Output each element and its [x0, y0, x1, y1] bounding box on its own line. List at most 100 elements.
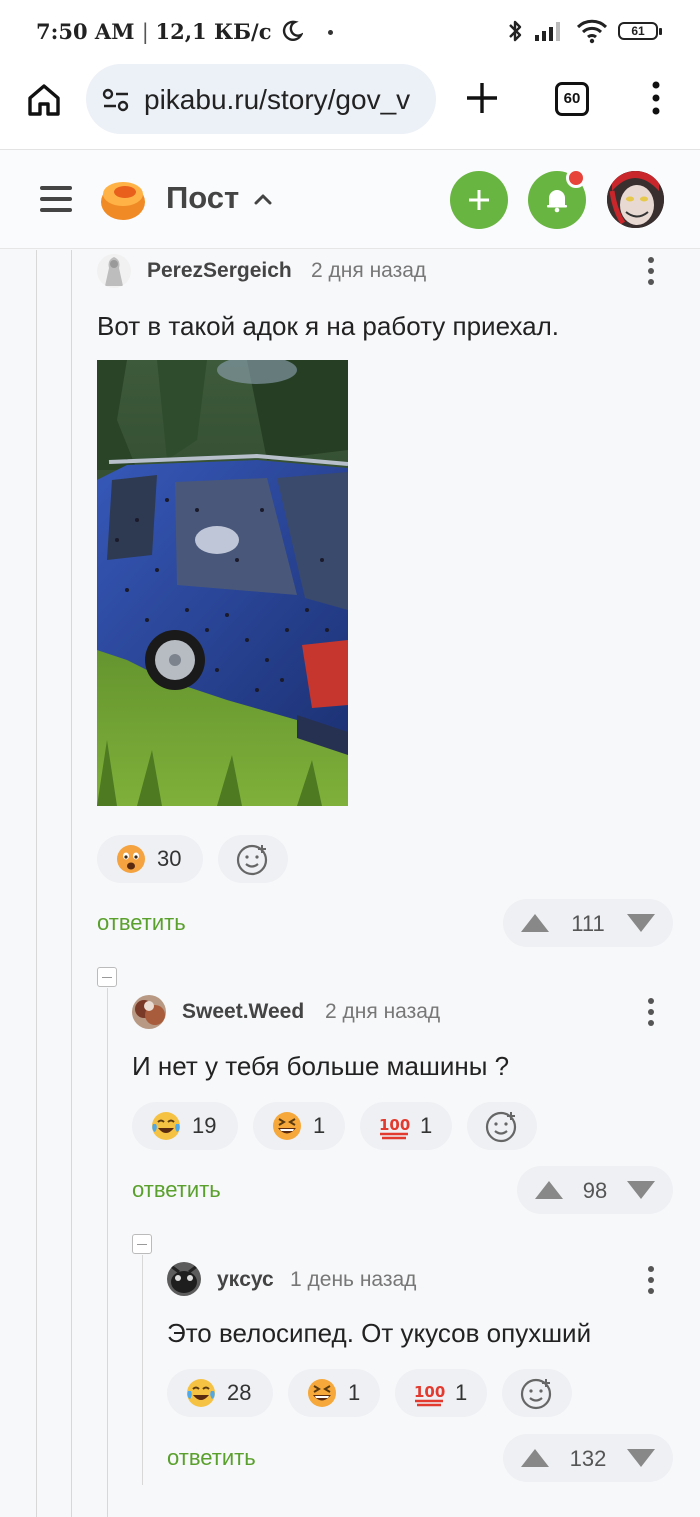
status-bar: 7:50 AM | 12,1 КБ/с 61	[0, 0, 700, 62]
reaction-chip[interactable]: 19	[132, 1102, 238, 1150]
rating-count: 132	[569, 1446, 607, 1471]
tab-switcher-button[interactable]: 60	[555, 82, 589, 116]
grinning-squinting-icon	[308, 1379, 336, 1407]
battery-level: 61	[631, 24, 645, 38]
status-left: 7:50 AM | 12,1 КБ/с	[36, 19, 334, 44]
user-avatar[interactable]	[607, 171, 664, 228]
moon-icon	[282, 20, 304, 41]
downvote-icon[interactable]	[625, 911, 657, 935]
comment-author[interactable]: Sweet.Weed	[182, 1000, 304, 1024]
avatar-image	[607, 171, 664, 228]
notification-badge	[566, 168, 586, 188]
reply-link[interactable]: ответить	[97, 910, 186, 936]
tears-of-joy-icon	[187, 1379, 215, 1407]
reaction-count: 1	[313, 1113, 326, 1138]
reaction-count: 1	[420, 1113, 433, 1138]
new-tab-icon[interactable]	[464, 80, 500, 116]
status-net-speed: 12,1 КБ/с	[155, 19, 272, 44]
reaction-count: 28	[227, 1380, 252, 1405]
reaction-chip[interactable]: 1	[288, 1369, 380, 1417]
comment-text: И нет у тебя больше машины ?	[132, 1051, 510, 1081]
vote-control: 98	[517, 1166, 673, 1214]
hundred-points-icon: 100	[379, 1116, 410, 1140]
comment-text: Это велосипед. От укусов опухший	[167, 1318, 592, 1348]
collapse-thread-button[interactable]	[132, 1234, 152, 1254]
avatar-image	[167, 1262, 201, 1296]
avatar-image	[97, 254, 131, 288]
thread-line	[71, 250, 72, 1517]
comment-image[interactable]	[97, 360, 348, 806]
upvote-icon[interactable]	[519, 1446, 551, 1470]
comment-avatar[interactable]	[97, 254, 131, 288]
upvote-icon[interactable]	[533, 1178, 565, 1202]
create-post-button[interactable]	[450, 171, 508, 229]
downvote-icon[interactable]	[625, 1446, 657, 1470]
add-reaction-button[interactable]	[502, 1369, 572, 1417]
add-emoji-icon	[236, 844, 268, 876]
reaction-chip[interactable]: 1	[253, 1102, 345, 1150]
tears-of-joy-icon	[152, 1112, 180, 1140]
home-icon[interactable]	[24, 80, 64, 120]
vote-control: 111	[503, 899, 673, 947]
reaction-count: 1	[348, 1380, 361, 1405]
add-emoji-icon	[520, 1378, 552, 1410]
thread-line	[107, 988, 108, 1517]
reaction-chip[interactable]: 30	[97, 835, 203, 883]
wifi-icon	[576, 19, 608, 44]
url-text: pikabu.ru/story/gov_v	[144, 84, 411, 115]
chevron-up-icon[interactable]	[252, 188, 274, 210]
battery-icon: 61	[618, 22, 662, 40]
address-bar[interactable]: pikabu.ru/story/gov_v	[86, 64, 436, 134]
reaction-chip[interactable]: 100 1	[395, 1369, 487, 1417]
collapse-thread-button[interactable]	[97, 967, 117, 987]
notification-dot	[328, 30, 334, 35]
more-options-icon[interactable]	[646, 256, 656, 286]
vote-control: 132	[503, 1434, 673, 1482]
reaction-count: 19	[192, 1113, 217, 1138]
shocked-face-icon	[117, 845, 145, 873]
browser-menu-icon[interactable]	[648, 80, 664, 116]
comment-avatar[interactable]	[167, 1262, 201, 1296]
grinning-squinting-icon	[273, 1112, 301, 1140]
site-settings-icon[interactable]	[102, 88, 130, 112]
rating-count: 111	[571, 911, 605, 936]
hamburger-menu-icon[interactable]	[38, 183, 74, 215]
rating-count: 98	[582, 1178, 608, 1203]
plus-icon	[469, 190, 489, 210]
comment-time[interactable]: 2 дня назад	[311, 259, 426, 283]
pikabu-logo-icon[interactable]	[98, 174, 148, 224]
more-options-icon[interactable]	[646, 1265, 656, 1295]
svg-text:100: 100	[414, 1383, 445, 1401]
svg-text:100: 100	[379, 1116, 410, 1134]
add-reaction-button[interactable]	[218, 835, 288, 883]
browser-toolbar: pikabu.ru/story/gov_v 60	[0, 62, 700, 150]
upvote-icon[interactable]	[519, 911, 551, 935]
reaction-chip[interactable]: 28	[167, 1369, 273, 1417]
blue-car-photo	[97, 360, 348, 806]
reply-link[interactable]: ответить	[167, 1445, 256, 1471]
bluetooth-icon	[509, 20, 522, 42]
avatar-image	[132, 995, 166, 1029]
downvote-icon[interactable]	[625, 1178, 657, 1202]
comment-time[interactable]: 2 дня назад	[325, 1000, 440, 1024]
thread-line	[36, 250, 37, 1517]
add-reaction-button[interactable]	[467, 1102, 537, 1150]
tab-count: 60	[563, 90, 581, 107]
reply-link[interactable]: ответить	[132, 1177, 221, 1203]
thread-line	[142, 1255, 143, 1485]
reaction-chip[interactable]: 100 1	[360, 1102, 452, 1150]
hundred-points-icon: 100	[414, 1383, 445, 1407]
status-right: 61	[506, 18, 662, 44]
status-time: 7:50 AM	[36, 19, 135, 44]
reaction-count: 1	[455, 1380, 468, 1405]
reaction-count: 30	[157, 846, 182, 871]
more-options-icon[interactable]	[646, 997, 656, 1027]
comment-text: Вот в такой адок я на работу приехал.	[97, 311, 560, 341]
signal-icon	[535, 22, 560, 41]
comment-author[interactable]: укcус	[217, 1268, 274, 1292]
comment-author[interactable]: PerezSergeich	[147, 259, 292, 283]
page-title[interactable]: Пост	[166, 180, 239, 216]
comment-avatar[interactable]	[132, 995, 166, 1029]
site-header: Пост	[0, 150, 700, 249]
comment-time[interactable]: 1 день назад	[290, 1268, 416, 1292]
